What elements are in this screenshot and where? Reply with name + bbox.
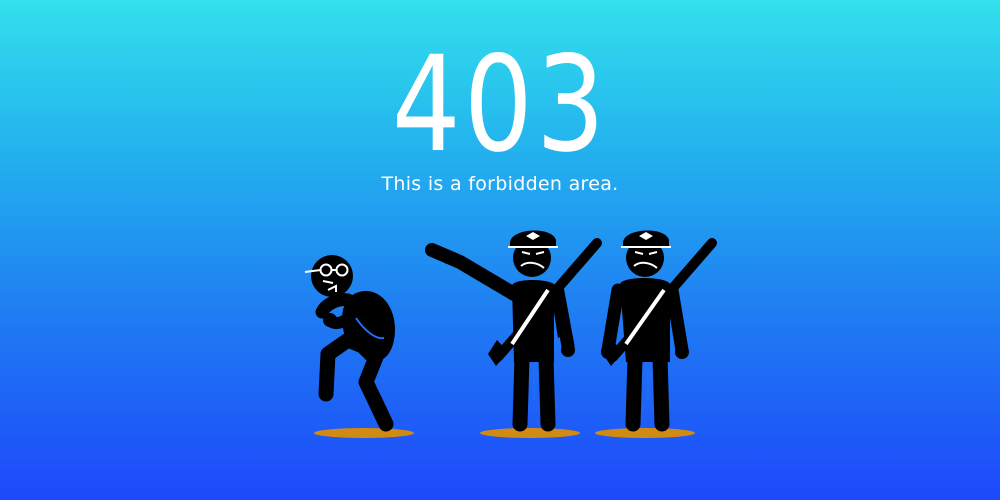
forbidden-illustration: [304, 230, 717, 438]
ground-shadow-middle: [480, 428, 580, 438]
guard-standing-icon: [601, 230, 717, 432]
sneaking-person-icon: [304, 255, 395, 432]
ground-shadow-left: [314, 428, 414, 438]
guard-pointing-icon: [425, 230, 602, 432]
error-page: 403 This is a forbidden area.: [0, 0, 1000, 500]
ground-shadow-right: [595, 428, 695, 438]
